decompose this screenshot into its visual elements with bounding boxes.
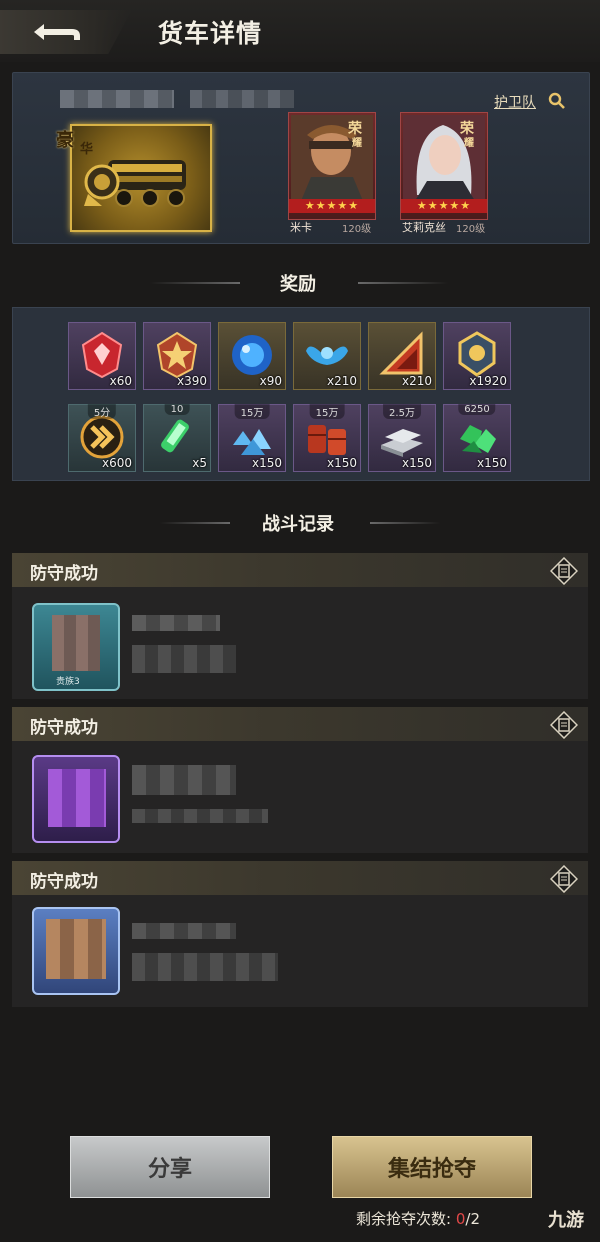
reward-item[interactable]: 5分 x600 [68, 404, 136, 472]
player-name-blurred [132, 615, 220, 631]
blue-orb-icon [232, 335, 272, 375]
reward-cap: 15万 [309, 404, 345, 419]
reward-quantity: x150 [401, 456, 432, 470]
battle-record[interactable]: 防守成功 [12, 861, 588, 1007]
rewards-title: 奖励 [280, 274, 316, 295]
reward-item[interactable]: x210 [368, 322, 436, 390]
hero-name: 艾莉克丝 [402, 221, 446, 234]
page-title: 货车详情 [158, 19, 263, 48]
reward-item[interactable]: 15万 x150 [218, 404, 286, 472]
glory-badge-2: 耀 [464, 138, 474, 149]
hero-name: 米卡 [290, 221, 312, 234]
battle-record-title: 战斗记录 [262, 514, 334, 535]
reward-quantity: x1920 [469, 374, 507, 388]
title-divider-left [160, 522, 230, 524]
owner-guild-blurred [190, 90, 294, 108]
reward-quantity: x210 [401, 374, 432, 388]
hero-level: 120级 [456, 224, 486, 235]
reward-item[interactable]: x1920 [443, 322, 511, 390]
hero-card-alex[interactable]: ★★★★★ [400, 112, 488, 220]
reward-quantity: x150 [251, 456, 282, 470]
remaining-label: 剩余抢夺次数: [356, 1210, 452, 1228]
hero-level: 120级 [342, 224, 372, 235]
player-avatar[interactable] [32, 907, 120, 995]
blue-wings-icon [306, 346, 348, 365]
battle-record[interactable]: 防守成功 [12, 707, 588, 853]
red-triangle-icon [379, 331, 423, 375]
reward-cap: 10 [164, 404, 190, 415]
reward-quantity: x390 [176, 374, 207, 388]
record-header [12, 707, 588, 741]
player-guild-blurred [132, 809, 268, 823]
truck-rank-label-2: 华 [80, 142, 94, 157]
player-guild-blurred [132, 645, 236, 673]
hero-stars: ★★★★★ [401, 199, 487, 213]
player-name-blurred [132, 765, 236, 795]
escort-link[interactable]: 护卫队 [494, 92, 536, 112]
watermark-logo: 九游 [548, 1206, 584, 1232]
avatar-blurred [48, 769, 106, 827]
battle-log-icon[interactable] [550, 711, 578, 739]
player-avatar[interactable]: 贵族3 [32, 603, 120, 691]
record-result: 防守成功 [30, 718, 98, 738]
green-gem-icon [460, 425, 496, 453]
player-guild-blurred [132, 953, 278, 981]
reward-item[interactable]: 6250 x150 [443, 404, 511, 472]
record-result: 防守成功 [30, 564, 98, 584]
remaining-total: /2 [465, 1210, 480, 1228]
reward-quantity: x600 [101, 456, 132, 470]
record-result: 防守成功 [30, 872, 98, 892]
gold-rank-badge-icon [156, 331, 198, 379]
battle-log-icon[interactable] [550, 557, 578, 585]
battle-record[interactable]: 防守成功 贵族3 [12, 553, 588, 699]
reward-quantity: x60 [109, 374, 132, 388]
reward-quantity: x5 [192, 456, 207, 470]
title-divider-right [370, 522, 440, 524]
owner-name-blurred [60, 90, 174, 108]
reward-item[interactable]: 2.5万 x150 [368, 404, 436, 472]
title-divider-right [358, 282, 448, 284]
truck-rank-label: 豪 [56, 130, 74, 151]
battle-log-icon[interactable] [550, 865, 578, 893]
armored-truck-icon [84, 160, 186, 207]
remaining-used: 0 [455, 1210, 466, 1228]
record-header [12, 553, 588, 587]
avatar-blurred [46, 919, 106, 979]
reward-quantity: x90 [259, 374, 282, 388]
magnifier-icon[interactable] [548, 92, 566, 110]
reward-item[interactable]: x60 [68, 322, 136, 390]
player-avatar[interactable] [32, 755, 120, 843]
gold-emblem-icon [458, 331, 496, 377]
reward-quantity: x210 [326, 374, 357, 388]
back-arrow-icon [34, 24, 80, 40]
reward-cap: 2.5万 [383, 404, 421, 419]
remaining-plunder-count: 剩余抢夺次数: 0/2 [356, 1208, 480, 1229]
reward-item[interactable]: x90 [218, 322, 286, 390]
reward-item[interactable]: 10 x5 [143, 404, 211, 472]
watermark-logo-text: 九游 [548, 1210, 584, 1231]
glory-badge-2: 耀 [352, 138, 362, 149]
rally-plunder-button[interactable]: 集结抢夺 [332, 1136, 532, 1198]
avatar-tag: 贵族3 [56, 677, 80, 687]
reward-item[interactable]: 15万 x150 [293, 404, 361, 472]
reward-quantity: x150 [326, 456, 357, 470]
hero-stars: ★★★★★ [289, 199, 375, 213]
reward-item[interactable]: x390 [143, 322, 211, 390]
record-header [12, 861, 588, 895]
red-rank-badge-icon [81, 331, 123, 379]
reward-item[interactable]: x210 [293, 322, 361, 390]
reward-quantity: x150 [476, 456, 507, 470]
player-name-blurred [132, 923, 236, 939]
avatar-blurred [52, 615, 100, 671]
title-divider-left [150, 282, 240, 284]
share-button[interactable]: 分享 [70, 1136, 270, 1198]
reward-cap: 5分 [87, 404, 117, 419]
reward-cap: 6250 [458, 404, 496, 415]
reward-cap: 15万 [234, 404, 270, 419]
hero-card-mika[interactable]: ★★★★★ [288, 112, 376, 220]
green-syringe-icon [161, 419, 189, 453]
